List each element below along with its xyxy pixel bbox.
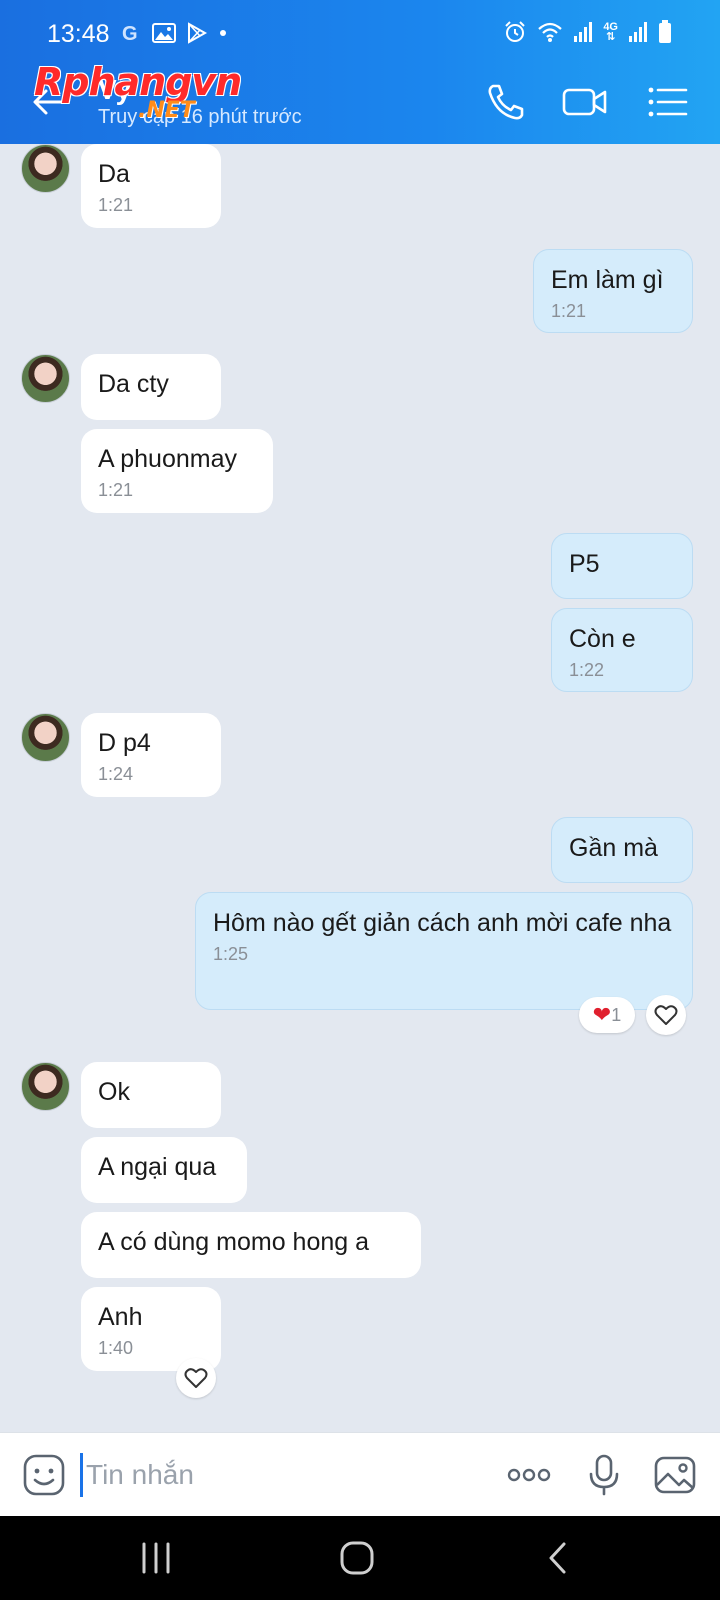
system-nav-bar	[0, 1516, 720, 1600]
message-time: 1:21	[98, 195, 134, 215]
message-text: Anh	[98, 1303, 143, 1331]
message-text: P5	[569, 550, 600, 578]
reaction-count: 1	[611, 1004, 622, 1025]
contact-avatar[interactable]	[21, 1062, 70, 1111]
gallery-icon	[152, 23, 176, 43]
contact-avatar[interactable]	[21, 144, 70, 193]
network-type: 4G ⇅	[603, 21, 618, 43]
status-time: 13:48	[47, 20, 110, 48]
google-icon: G	[122, 23, 138, 44]
message-time: 1:21	[98, 480, 134, 500]
menu-list-icon[interactable]	[646, 80, 690, 124]
message-time: 1:25	[213, 944, 249, 964]
message-bubble-incoming[interactable]: Da cty	[81, 354, 221, 420]
message-text: A ngại qua	[98, 1153, 217, 1181]
top-bar: 13:48 G 4G ⇅ Vy Truy cập 16 phút trước Rp…	[0, 0, 720, 144]
signal-icon-2	[629, 22, 647, 42]
play-store-icon	[188, 22, 208, 44]
wifi-icon	[538, 22, 563, 42]
message-bubble-incoming[interactable]: Da 1:21	[81, 144, 221, 228]
recent-apps-icon[interactable]	[136, 1540, 176, 1576]
message-text: Em làm gì	[551, 266, 664, 294]
message-list[interactable]: Da 1:21 Em làm gì 1:21 Da cty A phuonmay…	[0, 144, 720, 1432]
watermark-logo-suffix: .NET	[138, 98, 195, 123]
image-gallery-icon[interactable]	[653, 1453, 697, 1497]
message-bubble-outgoing[interactable]: P5	[551, 533, 693, 599]
message-text: Hôm nào gết giản cách anh mời cafe nha	[213, 909, 672, 937]
message-bubble-incoming[interactable]: A phuonmay 1:21	[81, 429, 273, 513]
home-icon[interactable]	[337, 1540, 377, 1576]
message-time: 1:22	[569, 660, 605, 680]
last-seen-status: Truy cập 16 phút trước	[98, 106, 302, 128]
react-like-button[interactable]	[646, 995, 686, 1035]
phone-call-icon[interactable]	[484, 80, 528, 124]
status-bar: 13:48 G 4G ⇅	[0, 0, 720, 60]
message-text: Ok	[98, 1078, 130, 1106]
message-bubble-incoming[interactable]: A ngại qua	[81, 1137, 247, 1203]
message-bubble-incoming[interactable]: Ok	[81, 1062, 221, 1128]
signal-icon	[574, 22, 593, 42]
reaction-badge[interactable]: ❤ 1	[579, 997, 635, 1033]
composer-bar: Tin nhắn	[0, 1432, 720, 1516]
message-text: A có dùng momo hong a	[98, 1228, 370, 1256]
message-bubble-outgoing[interactable]: Còn e 1:22	[551, 608, 693, 692]
message-bubble-incoming[interactable]: D p4 1:24	[81, 713, 221, 797]
message-time: 1:24	[98, 764, 134, 784]
message-input[interactable]: Tin nhắn	[80, 1453, 460, 1497]
heart-filled-icon: ❤	[592, 1002, 612, 1027]
message-bubble-outgoing[interactable]: Gần mà	[551, 817, 693, 883]
sticker-emoji-icon[interactable]	[22, 1453, 66, 1497]
battery-icon	[659, 20, 671, 43]
back-nav-icon[interactable]	[540, 1540, 580, 1576]
message-bubble-incoming[interactable]: A có dùng momo hong a	[81, 1212, 421, 1278]
message-text: Còn e	[569, 625, 636, 653]
message-bubble-outgoing[interactable]: Em làm gì 1:21	[533, 249, 693, 333]
chat-header: Vy Truy cập 16 phút trước Rphangvn .NET	[0, 60, 720, 144]
contact-avatar[interactable]	[21, 713, 70, 762]
heart-outline-icon	[184, 1368, 208, 1388]
message-text: A phuonmay	[98, 445, 237, 473]
message-text: Gần mà	[569, 834, 658, 862]
dot-icon	[220, 30, 226, 36]
react-like-button[interactable]	[176, 1358, 216, 1398]
message-text: D p4	[98, 729, 151, 757]
svg-text:G: G	[122, 23, 138, 44]
alarm-icon	[505, 21, 526, 42]
video-call-icon[interactable]	[562, 80, 608, 124]
message-bubble-outgoing[interactable]: Hôm nào gết giản cách anh mời cafe nha 1…	[195, 892, 693, 1010]
microphone-icon[interactable]	[582, 1453, 626, 1497]
more-options-icon[interactable]	[506, 1453, 552, 1497]
message-text: Da cty	[98, 370, 169, 398]
contact-avatar[interactable]	[21, 354, 70, 403]
heart-outline-icon	[654, 1005, 678, 1025]
message-text: Da	[98, 160, 130, 188]
message-time: 1:40	[98, 1338, 134, 1358]
message-time: 1:21	[551, 301, 587, 321]
system-icons: 4G ⇅	[503, 20, 672, 44]
notification-icons: G	[120, 22, 228, 44]
